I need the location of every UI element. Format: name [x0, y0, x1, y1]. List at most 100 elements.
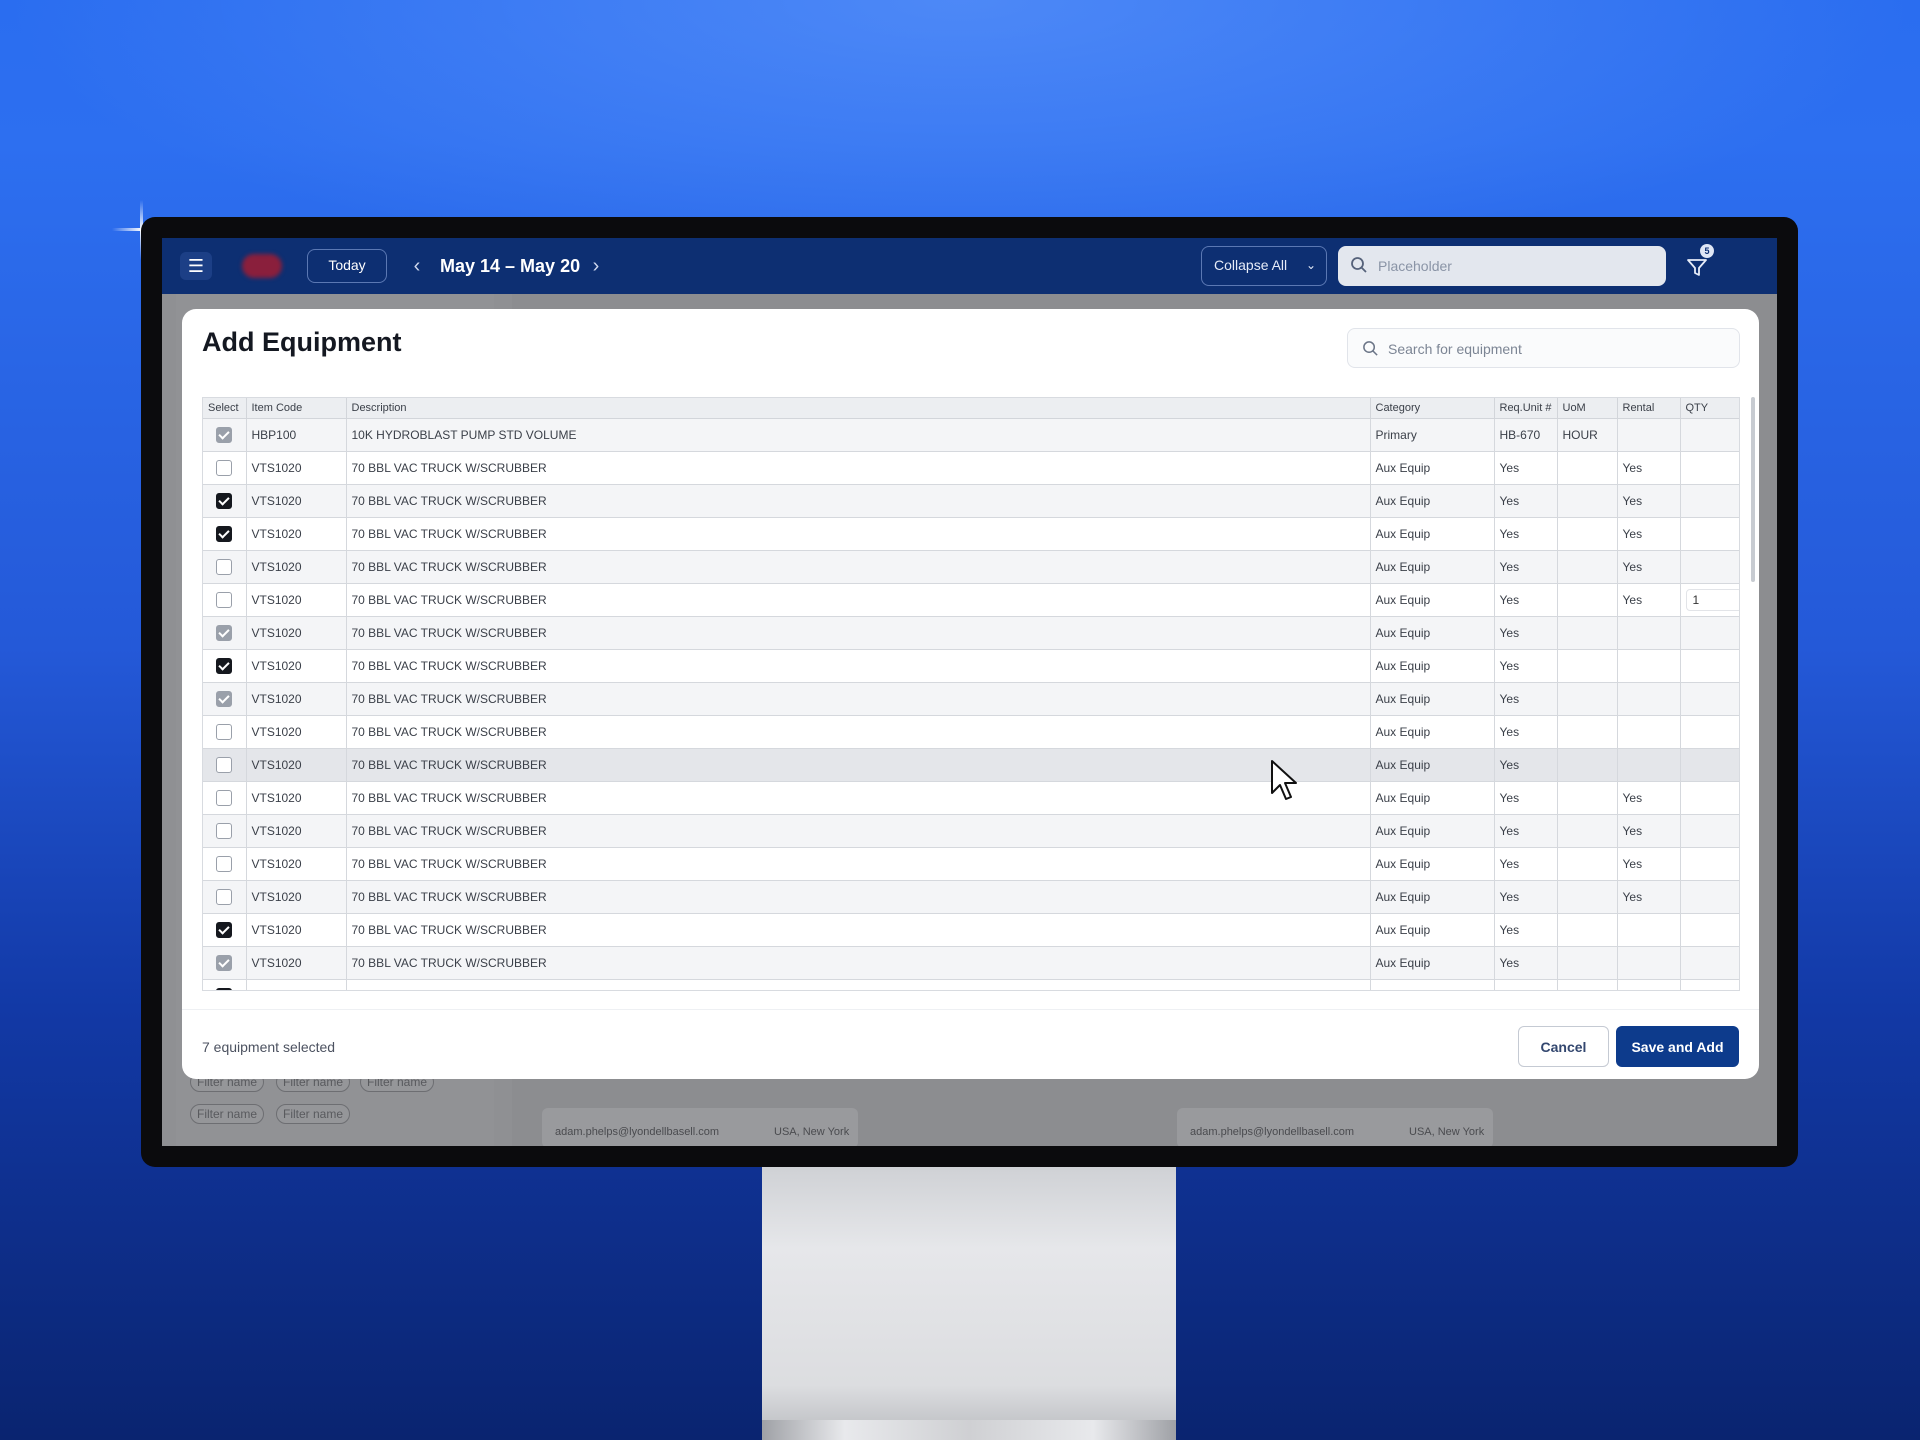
description-cell: 70 BBL VAC TRUCK W/SCRUBBER	[346, 748, 1371, 782]
row-checkbox[interactable]	[216, 459, 233, 476]
table-row[interactable]: VTS102070 BBL VAC TRUCK W/SCRUBBERAux Eq…	[203, 880, 1739, 914]
uom-cell	[1557, 781, 1618, 815]
table-row[interactable]: VTS102070 BBL VAC TRUCK W/SCRUBBERAux Eq…	[203, 979, 1739, 990]
category-cell: Primary	[1370, 418, 1495, 452]
column-header-rental: Rental	[1617, 398, 1681, 419]
uom-cell	[1557, 451, 1618, 485]
category-cell: Aux Equip	[1370, 946, 1495, 980]
save-and-add-button[interactable]: Save and Add	[1616, 1026, 1739, 1067]
row-checkbox[interactable]	[216, 723, 233, 740]
rental-cell: Yes	[1617, 847, 1681, 881]
row-checkbox	[216, 426, 233, 443]
item-code-cell: VTS1020	[246, 649, 347, 683]
row-checkbox[interactable]	[216, 492, 233, 509]
req-unit-cell: Yes	[1494, 451, 1558, 485]
row-checkbox[interactable]	[216, 822, 233, 839]
hamburger-menu-icon[interactable]: ☰	[180, 252, 212, 280]
category-cell: Aux Equip	[1370, 880, 1495, 914]
req-unit-cell: Yes	[1494, 484, 1558, 518]
table-row[interactable]: VTS102070 BBL VAC TRUCK W/SCRUBBERAux Eq…	[203, 781, 1739, 815]
item-code-cell: VTS1020	[246, 979, 347, 990]
column-header-req-unit: Req.Unit #	[1494, 398, 1558, 419]
qty-input[interactable]	[1685, 588, 1739, 611]
table-row[interactable]: VTS102070 BBL VAC TRUCK W/SCRUBBERAux Eq…	[203, 748, 1739, 782]
qty-cell	[1680, 847, 1739, 881]
select-cell	[203, 451, 247, 485]
rental-cell	[1617, 913, 1681, 947]
table-row[interactable]: VTS102070 BBL VAC TRUCK W/SCRUBBERAux Eq…	[203, 550, 1739, 584]
table-row[interactable]: VTS102070 BBL VAC TRUCK W/SCRUBBERAux Eq…	[203, 616, 1739, 650]
category-cell: Aux Equip	[1370, 517, 1495, 551]
equipment-search-input[interactable]	[1388, 335, 1728, 363]
row-checkbox[interactable]	[216, 987, 233, 990]
today-button[interactable]: Today	[307, 249, 387, 283]
category-cell: Aux Equip	[1370, 451, 1495, 485]
description-cell: 70 BBL VAC TRUCK W/SCRUBBER	[346, 715, 1371, 749]
req-unit-cell: Yes	[1494, 748, 1558, 782]
row-checkbox[interactable]	[216, 657, 233, 674]
qty-cell	[1680, 616, 1739, 650]
req-unit-cell: Yes	[1494, 649, 1558, 683]
collapse-all-dropdown[interactable]: Collapse All ⌄	[1201, 246, 1327, 286]
table-row[interactable]: VTS102070 BBL VAC TRUCK W/SCRUBBERAux Eq…	[203, 583, 1739, 617]
description-cell: 70 BBL VAC TRUCK W/SCRUBBER	[346, 451, 1371, 485]
item-code-cell: VTS1020	[246, 880, 347, 914]
table-row[interactable]: VTS102070 BBL VAC TRUCK W/SCRUBBERAux Eq…	[203, 484, 1739, 518]
select-cell	[203, 979, 247, 990]
row-checkbox[interactable]	[216, 855, 233, 872]
uom-cell	[1557, 682, 1618, 716]
row-checkbox[interactable]	[216, 756, 233, 773]
table-row[interactable]: HBP100 10K HYDROBLAST PUMP STD VOLUME Prim…	[203, 418, 1739, 452]
search-icon	[1351, 257, 1367, 273]
row-checkbox[interactable]	[216, 558, 233, 575]
qty-cell	[1680, 649, 1739, 683]
item-code-cell: VTS1020	[246, 847, 347, 881]
next-week-icon[interactable]: ›	[586, 252, 606, 280]
qty-cell	[1680, 517, 1739, 551]
category-cell: Aux Equip	[1370, 913, 1495, 947]
category-cell: Aux Equip	[1370, 781, 1495, 815]
item-code-cell: VTS1020	[246, 781, 347, 815]
item-code-cell: VTS1020	[246, 748, 347, 782]
table-row[interactable]: VTS102070 BBL VAC TRUCK W/SCRUBBERAux Eq…	[203, 847, 1739, 881]
column-header-select: Select	[203, 398, 247, 419]
row-checkbox[interactable]	[216, 525, 233, 542]
select-cell	[203, 583, 247, 617]
table-row[interactable]: VTS102070 BBL VAC TRUCK W/SCRUBBERAux Eq…	[203, 946, 1739, 980]
header-search-input[interactable]	[1378, 252, 1648, 280]
select-cell	[203, 748, 247, 782]
rental-cell	[1617, 946, 1681, 980]
equipment-search[interactable]	[1347, 328, 1740, 368]
req-unit-cell: Yes	[1494, 814, 1558, 848]
req-unit-cell: Yes	[1494, 715, 1558, 749]
req-unit-cell: Yes	[1494, 979, 1558, 990]
screen: ☰ Today ‹ May 14 – May 20 › Collapse All…	[162, 238, 1777, 1146]
column-header-description: Description	[346, 398, 1371, 419]
rental-cell: Yes	[1617, 451, 1681, 485]
collapse-all-label: Collapse All	[1214, 257, 1288, 273]
category-cell: Aux Equip	[1370, 682, 1495, 716]
table-scrollbar[interactable]	[1751, 397, 1755, 582]
header-search[interactable]	[1338, 246, 1666, 286]
row-checkbox[interactable]	[216, 888, 233, 905]
table-row[interactable]: VTS102070 BBL VAC TRUCK W/SCRUBBERAux Eq…	[203, 814, 1739, 848]
qty-cell	[1680, 550, 1739, 584]
row-checkbox[interactable]	[216, 921, 233, 938]
uom-cell	[1557, 748, 1618, 782]
table-row[interactable]: VTS102070 BBL VAC TRUCK W/SCRUBBERAux Eq…	[203, 517, 1739, 551]
table-row[interactable]: VTS102070 BBL VAC TRUCK W/SCRUBBERAux Eq…	[203, 715, 1739, 749]
row-checkbox[interactable]	[216, 789, 233, 806]
select-cell	[203, 880, 247, 914]
description-cell: 70 BBL VAC TRUCK W/SCRUBBER	[346, 550, 1371, 584]
description-cell: 70 BBL VAC TRUCK W/SCRUBBER	[346, 484, 1371, 518]
uom-cell	[1557, 583, 1618, 617]
cancel-button[interactable]: Cancel	[1518, 1026, 1609, 1067]
table-row[interactable]: VTS102070 BBL VAC TRUCK W/SCRUBBERAux Eq…	[203, 682, 1739, 716]
description-cell: 70 BBL VAC TRUCK W/SCRUBBER	[346, 913, 1371, 947]
table-row[interactable]: VTS102070 BBL VAC TRUCK W/SCRUBBERAux Eq…	[203, 913, 1739, 947]
uom-cell	[1557, 616, 1618, 650]
row-checkbox[interactable]	[216, 591, 233, 608]
table-row[interactable]: VTS102070 BBL VAC TRUCK W/SCRUBBERAux Eq…	[203, 649, 1739, 683]
table-row[interactable]: VTS102070 BBL VAC TRUCK W/SCRUBBERAux Eq…	[203, 451, 1739, 485]
previous-week-icon[interactable]: ‹	[407, 252, 427, 280]
